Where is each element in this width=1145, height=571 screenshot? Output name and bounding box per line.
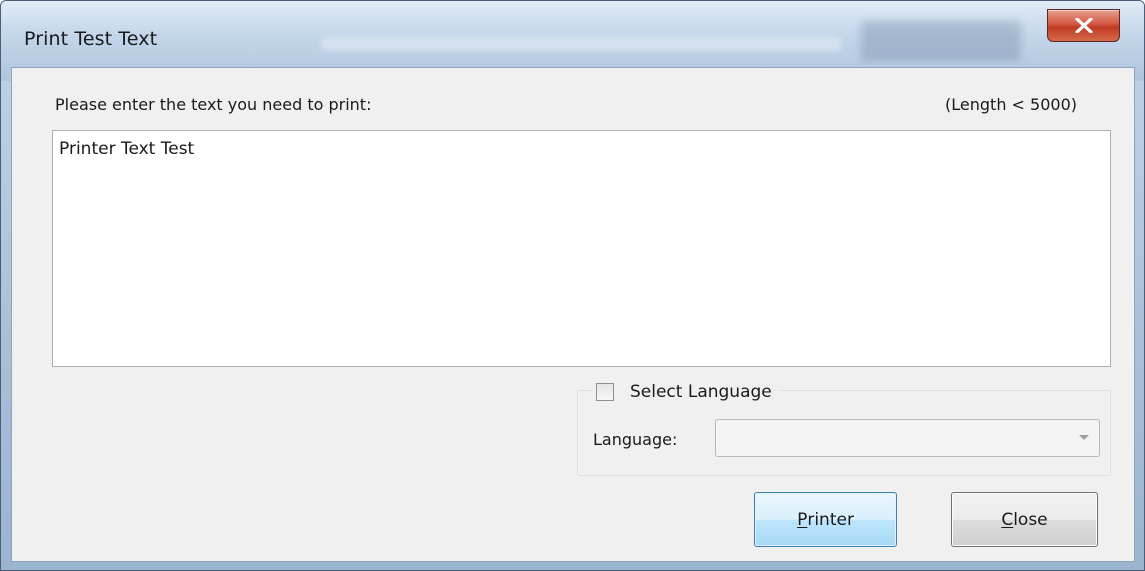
language-dropdown[interactable] <box>715 419 1100 457</box>
print-test-text-dialog: Print Test Text Please enter the text yo… <box>0 0 1145 571</box>
prompt-label: Please enter the text you need to print: <box>55 95 372 114</box>
background-blur <box>861 21 1021 61</box>
printer-button[interactable]: Printer <box>754 492 897 547</box>
close-button[interactable]: Close <box>951 492 1098 547</box>
close-button-mnemonic: C <box>1001 509 1014 530</box>
dialog-client-area: Please enter the text you need to print:… <box>11 67 1135 562</box>
language-label: Language: <box>593 430 678 449</box>
window-title: Print Test Text <box>24 28 158 50</box>
chevron-down-icon <box>1079 435 1089 440</box>
printer-button-mnemonic: P <box>797 509 808 530</box>
window-close-button[interactable] <box>1047 9 1120 42</box>
select-language-label: Select Language <box>630 382 772 402</box>
length-hint-label: (Length < 5000) <box>945 95 1077 114</box>
printer-button-label: rinter <box>807 509 854 530</box>
select-language-toggle[interactable]: Select Language <box>592 380 780 404</box>
print-text-input[interactable]: Printer Text Test <box>52 130 1111 367</box>
close-x-icon <box>1075 18 1093 33</box>
background-blur <box>321 37 841 51</box>
close-button-label: lose <box>1013 509 1048 530</box>
select-language-checkbox[interactable] <box>596 383 614 401</box>
